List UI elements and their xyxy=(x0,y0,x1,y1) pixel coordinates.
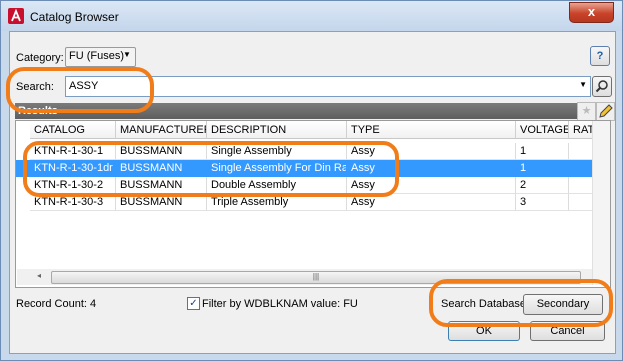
vertical-scrollbar[interactable] xyxy=(592,121,610,285)
filter-checkbox[interactable]: ✓ xyxy=(187,297,200,310)
autocad-app-icon xyxy=(8,8,24,24)
catalog-browser-window: Catalog Browser x Category: FU (Fuses) ▼… xyxy=(0,0,623,361)
edit-pencil-icon[interactable] xyxy=(596,102,615,121)
cell-voltage: 3 xyxy=(516,194,569,211)
help-icon: ? xyxy=(596,50,604,62)
category-label: Category: xyxy=(16,52,64,64)
close-button[interactable]: x xyxy=(569,2,614,23)
title-bar[interactable]: Catalog Browser x xyxy=(1,1,622,31)
column-header-voltage[interactable]: VOLTAGE xyxy=(516,121,569,139)
pencil-icon xyxy=(599,104,613,118)
cell-voltage: 1 xyxy=(516,143,569,160)
scroll-left-icon[interactable]: ◂ xyxy=(37,271,41,280)
annotation-database-highlight xyxy=(429,279,613,327)
category-value: FU (Fuses) xyxy=(69,50,124,62)
favorite-star-icon[interactable]: ★ xyxy=(577,102,596,121)
column-header-description[interactable]: DESCRIPTION xyxy=(207,121,347,139)
search-button[interactable] xyxy=(592,76,612,97)
column-header-catalog[interactable]: CATALOG xyxy=(30,121,116,139)
cell-voltage: 1 xyxy=(516,160,569,177)
window-title: Catalog Browser xyxy=(30,10,119,24)
chevron-down-icon[interactable]: ▼ xyxy=(579,80,587,89)
chevron-down-icon: ▼ xyxy=(123,50,131,59)
record-count: Record Count: 4 xyxy=(16,298,97,310)
column-header-manufacturer[interactable]: MANUFACTURER xyxy=(116,121,207,139)
annotation-search-highlight xyxy=(6,67,154,113)
annotation-rows-highlight xyxy=(23,141,399,197)
close-icon: x xyxy=(587,4,596,19)
cell-voltage: 2 xyxy=(516,177,569,194)
search-icon xyxy=(595,80,608,93)
help-button[interactable]: ? xyxy=(590,46,610,66)
filter-label: Filter by WDBLKNAM value: FU xyxy=(202,298,358,310)
category-dropdown[interactable]: FU (Fuses) ▼ xyxy=(65,47,136,67)
column-header-type[interactable]: TYPE xyxy=(347,121,516,139)
